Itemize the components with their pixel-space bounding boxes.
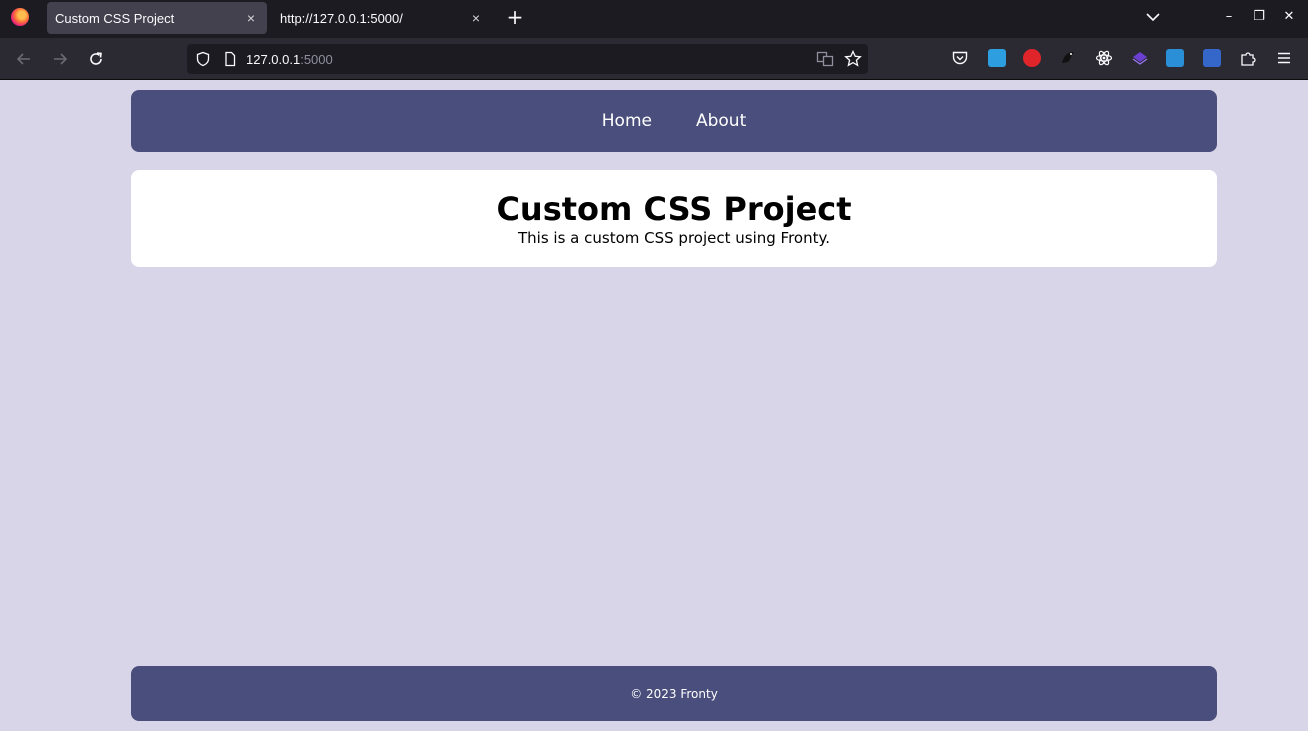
react-devtools-icon[interactable] bbox=[1095, 49, 1113, 67]
page-subtitle: This is a custom CSS project using Front… bbox=[518, 229, 830, 247]
nav-link-about[interactable]: About bbox=[696, 111, 746, 131]
tab-title: Custom CSS Project bbox=[55, 10, 175, 26]
tab-title: http://127.0.0.1:5000/ bbox=[280, 10, 403, 26]
browser-toolbar: 127.0.0.1:5000 bbox=[0, 38, 1308, 80]
extension-bird-icon[interactable] bbox=[1059, 49, 1077, 67]
footer-copyright: © 2023 Fronty bbox=[630, 686, 718, 701]
close-icon[interactable]: × bbox=[241, 10, 261, 26]
reload-icon bbox=[90, 52, 102, 65]
site-footer: © 2023 Fronty bbox=[131, 666, 1217, 721]
extension-arrow-icon[interactable] bbox=[988, 49, 1006, 67]
extension-hand-icon[interactable] bbox=[1023, 49, 1041, 67]
reload-button[interactable] bbox=[85, 48, 107, 70]
pocket-icon[interactable] bbox=[951, 49, 969, 67]
translate-icon[interactable] bbox=[816, 50, 834, 68]
firefox-logo-icon bbox=[11, 8, 29, 26]
window-close-button[interactable]: ✕ bbox=[1280, 8, 1298, 26]
hero-card: Custom CSS Project This is a custom CSS … bbox=[131, 170, 1217, 267]
browser-tab-bar: Custom CSS Project × http://127.0.0.1:50… bbox=[0, 0, 1308, 38]
restore-button[interactable]: ❐ bbox=[1250, 8, 1268, 26]
url-host: 127.0.0.1 bbox=[246, 51, 301, 67]
back-button[interactable] bbox=[13, 48, 35, 70]
arrow-left-icon bbox=[16, 53, 30, 65]
close-icon[interactable]: × bbox=[466, 10, 486, 26]
arrow-right-icon bbox=[54, 53, 68, 65]
extension-translate-icon[interactable] bbox=[1203, 49, 1221, 67]
nav-link-home[interactable]: Home bbox=[602, 111, 652, 131]
extensions-puzzle-icon[interactable] bbox=[1239, 49, 1257, 67]
menu-hamburger-icon[interactable] bbox=[1275, 49, 1293, 67]
bookmark-star-icon[interactable] bbox=[844, 50, 862, 68]
list-all-tabs-button[interactable] bbox=[1144, 8, 1162, 26]
tab-localhost[interactable]: http://127.0.0.1:5000/ × bbox=[272, 2, 492, 34]
new-tab-button[interactable]: + bbox=[505, 6, 525, 28]
page-title: Custom CSS Project bbox=[496, 190, 852, 228]
url-port: :5000 bbox=[300, 51, 333, 67]
tab-custom-css-project[interactable]: Custom CSS Project × bbox=[47, 2, 267, 34]
shield-icon bbox=[196, 51, 210, 67]
page-icon bbox=[225, 51, 236, 67]
url-bar[interactable]: 127.0.0.1:5000 bbox=[187, 44, 868, 74]
chevron-down-icon bbox=[1146, 13, 1160, 22]
extension-layers-icon[interactable] bbox=[1131, 49, 1149, 67]
minimize-button[interactable]: – bbox=[1220, 8, 1238, 26]
site-navigation: Home About bbox=[131, 90, 1217, 152]
forward-button[interactable] bbox=[49, 48, 71, 70]
url-text: 127.0.0.1:5000 bbox=[246, 52, 333, 67]
page-viewport: Home About Custom CSS Project This is a … bbox=[0, 80, 1308, 731]
extension-fi-icon[interactable] bbox=[1166, 49, 1184, 67]
